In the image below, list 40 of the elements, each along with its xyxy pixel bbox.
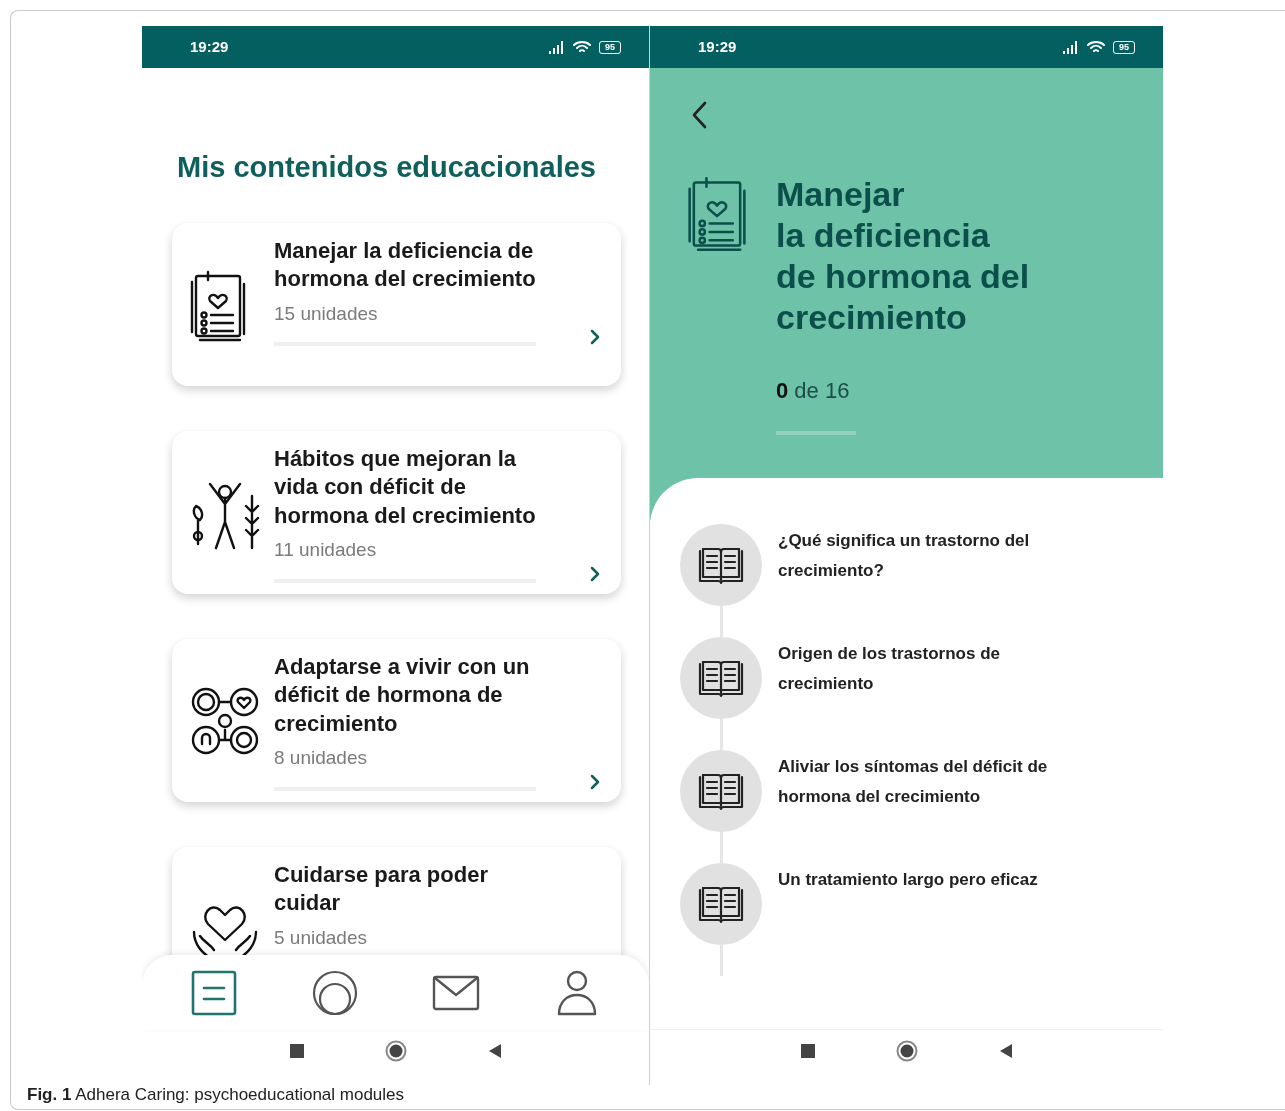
unit-count: 5 unidades [274, 925, 368, 950]
status-time: 19:29 [190, 36, 230, 57]
figure-caption: Fig. 1 Adhera Caring: psychoeducational modules [27, 1085, 406, 1105]
wifi-icon [1087, 40, 1105, 54]
unit-count: 11 unidades [274, 538, 378, 563]
unit-title[interactable]: Aliviar los síntomas del déficit de hormona del crecimiento [778, 752, 1056, 863]
screen-title: Mis contenidos educacionales [177, 150, 597, 185]
square-icon[interactable] [799, 1042, 816, 1059]
unit-title[interactable]: ¿Qué significa un trastorno del crecimiento? [778, 526, 1056, 637]
unit-title[interactable]: Un tratamiento largo pero eficaz [778, 865, 1056, 976]
chevron-right-icon[interactable] [589, 564, 601, 583]
unit-title[interactable]: Origen de los trastornos de crecimiento [778, 639, 1056, 750]
module-title: Manejar la deficiencia de hormona del crecimiento [274, 236, 536, 294]
module-title: Cuidarse para poder cuidar [274, 860, 489, 918]
home-icon[interactable] [895, 1039, 918, 1062]
book-icon [697, 771, 745, 811]
book-icon [697, 658, 745, 698]
battery-indicator: 95 [599, 40, 621, 54]
module-card[interactable]: Hábitos que mejoran la vida con déficit de hormona del crecimiento 11 unidades [172, 430, 621, 594]
signal-icon [1063, 40, 1079, 54]
book-icon [697, 884, 745, 924]
chevron-right-icon[interactable] [589, 328, 601, 347]
module-title: Hábitos que mejoran la vida con déficit de hormona del crecimiento [274, 444, 536, 530]
battery-indicator: 95 [1113, 40, 1135, 54]
signal-icon [549, 40, 565, 54]
module-card[interactable]: Manejar la deficiencia de hormona del crecimiento 15 unidades [172, 222, 621, 386]
progress-count: 0 de 16 [776, 377, 851, 405]
wifi-icon [573, 40, 591, 54]
module-card[interactable]: Adaptarse a vivir con un déficit de hormona de crecimiento 8 unidades [172, 638, 621, 802]
square-icon[interactable] [288, 1042, 305, 1059]
module-card[interactable]: Cuidarse para poder cuidar 5 unidades [172, 846, 621, 955]
status-time: 19:29 [698, 36, 738, 57]
book-icon [697, 545, 745, 585]
module-title: Manejar la deficiencia de hormona del crecimiento [776, 174, 1031, 338]
back-chevron-icon[interactable] [690, 100, 708, 130]
unit-count: 8 unidades [274, 746, 368, 771]
module-title: Adaptarse a vivir con un déficit de hormona de crecimiento [274, 652, 531, 738]
chevron-right-icon[interactable] [589, 772, 601, 791]
home-icon[interactable] [384, 1039, 407, 1062]
unit-count: 15 unidades [274, 301, 379, 326]
